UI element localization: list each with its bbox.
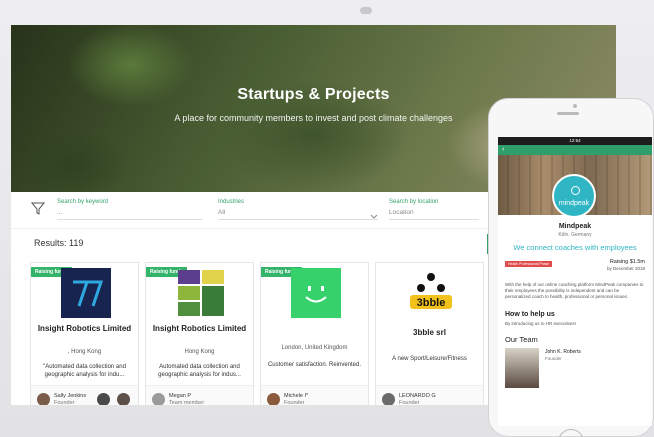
team-member-name[interactable]: John K. Roberts (545, 349, 581, 355)
startup-name[interactable]: Insight Robotics Limited (146, 323, 253, 335)
startup-description: "Automated data collection and geographi… (43, 364, 126, 378)
person-role: Founder (284, 400, 305, 405)
person-name[interactable]: Sally Jenkins (54, 393, 86, 399)
avatar[interactable] (267, 393, 280, 405)
help-text: By introducing us to HR executives! (505, 321, 577, 326)
startup-card[interactable]: Raising funds Insight Robotics Limited ,… (30, 262, 139, 405)
location-search-input[interactable]: Location (389, 209, 489, 216)
keyword-search-input[interactable]: ... (57, 209, 207, 216)
startup-description: A new Sport/Leisure/Fitness (392, 356, 467, 362)
startup-location: Hong Kong (184, 349, 215, 355)
industries-select[interactable]: Industries All (218, 199, 378, 220)
help-title: How to help us (505, 311, 555, 318)
filter-icon[interactable] (31, 201, 45, 215)
startup-card[interactable]: Raising funds Insight Robotics Limited H… (145, 262, 254, 405)
team-member-photo[interactable] (505, 348, 539, 388)
svg-text:3bble: 3bble (417, 297, 446, 309)
card-footer: Megan P Team member (146, 385, 253, 405)
insight-robotics-alt-logo (178, 270, 224, 316)
phone-nav-bar: ‹ (498, 145, 652, 155)
startup-location: London, United Kingdom (281, 345, 348, 351)
industries-label: Industries (218, 199, 245, 205)
mindpeak-logo-text: mindpeak (558, 200, 590, 207)
person-name[interactable]: LEONARDO G (399, 393, 436, 399)
person-name[interactable]: Megan P (169, 393, 191, 399)
card-footer: Michele I* Founder (261, 385, 368, 405)
startup-name[interactable]: 3bble srl (376, 327, 483, 339)
company-about: With the help of our online coaching pla… (505, 282, 644, 299)
avatar[interactable] (37, 393, 50, 405)
startup-description: Customer satisfaction. Reinvented. (267, 362, 362, 368)
3bble-logo: 3bble (410, 273, 452, 309)
location-search-field[interactable]: Search by location Location (389, 199, 489, 220)
phone-screen: 12:54 ‹ mindpeak Mindpeak Köln, Germany … (498, 137, 652, 426)
back-arrow-icon[interactable]: ‹ (502, 146, 504, 153)
person-role: Team member (169, 400, 205, 405)
keyword-search-field[interactable]: Search by keyword ... (57, 199, 207, 220)
team-member-role: Founder (545, 356, 562, 361)
company-name: Mindpeak (558, 223, 592, 230)
avatar[interactable] (117, 393, 130, 405)
phone-camera (573, 104, 577, 108)
location-search-label: Search by location (389, 199, 439, 205)
avatar[interactable] (152, 393, 165, 405)
funding-row: Health Professional Phase Raising $1.5m … (505, 259, 645, 277)
mindpeak-symbol-icon (571, 186, 580, 195)
laptop-camera (360, 7, 372, 14)
avatar[interactable] (97, 393, 110, 405)
card-footer: LEONARDO G Founder (376, 385, 483, 405)
mindpeak-logo: mindpeak (552, 174, 596, 218)
keyword-search-label: Search by keyword (57, 199, 109, 205)
person-role: Founder (54, 400, 75, 405)
phone-time: 12:54 (569, 138, 581, 143)
industries-value: All (218, 209, 226, 216)
insight-robotics-logo (61, 268, 111, 318)
company-location: Köln, Germany (558, 232, 592, 238)
company-tagline: We connect coaches with employees (513, 243, 637, 252)
startup-description: Automated data collection and geographic… (158, 364, 241, 378)
phone-speaker (557, 112, 579, 115)
chevron-down-icon[interactable] (370, 214, 378, 220)
phone-status-bar: 12:54 (498, 137, 652, 145)
startup-card[interactable]: 3bble 3bble srl A new Sport/Leisure/Fitn… (375, 262, 484, 405)
raising-amount: Raising $1.5m (609, 259, 645, 265)
phone-home-button (558, 429, 584, 437)
phone-mockup: 12:54 ‹ mindpeak Mindpeak Köln, Germany … (488, 98, 654, 437)
startup-name[interactable]: Insight Robotics Limited (31, 323, 138, 335)
smiley-logo (291, 268, 341, 318)
team-title: Our Team (505, 335, 538, 344)
phase-tag: Health Professional Phase (505, 261, 553, 267)
startup-location: , Hong Kong (67, 349, 102, 355)
avatar[interactable] (382, 393, 395, 405)
startup-card[interactable]: Raising funds London, United Kingdom Cus… (260, 262, 369, 405)
person-role: Founder (399, 400, 420, 405)
results-count: Results: 119 (34, 238, 84, 248)
card-footer: Sally Jenkins Founder (31, 385, 138, 405)
person-name[interactable]: Michele I* (284, 393, 308, 399)
raising-deadline: by December 2018 (606, 266, 645, 271)
